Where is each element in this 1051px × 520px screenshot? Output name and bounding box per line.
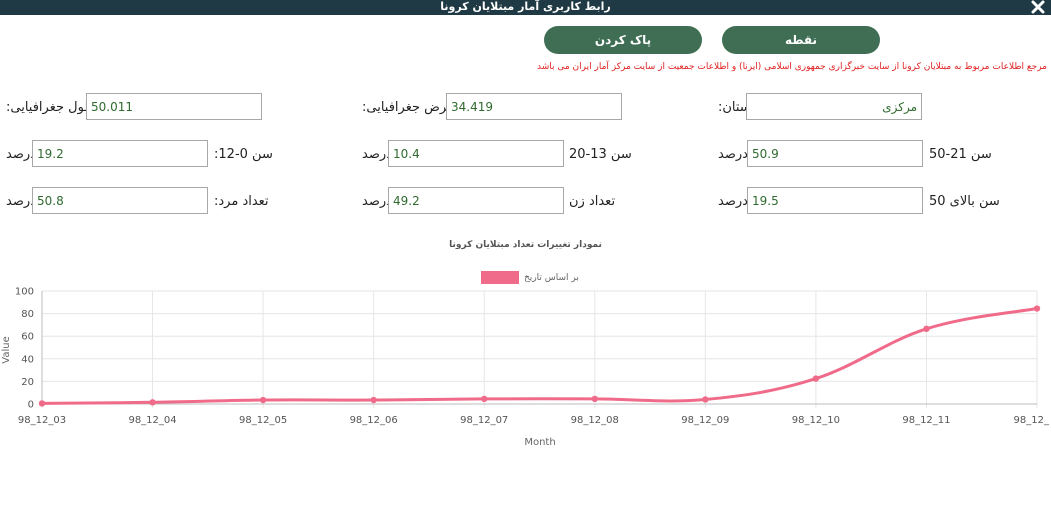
- age-21-50-label: سن 21-50: [929, 147, 992, 162]
- age-50-plus-unit: درصد: [718, 194, 748, 209]
- age-13-20-input[interactable]: [388, 140, 564, 167]
- x-tick-label: 98_12_07: [460, 415, 508, 426]
- y-tick-label: 40: [21, 354, 34, 365]
- longitude-label: طول جغرافیایی:: [6, 100, 95, 115]
- x-tick-label: 98_12_: [1014, 415, 1050, 426]
- age-21-50-unit: درصد: [718, 147, 748, 162]
- latitude-label: عرض جغرافیایی:: [362, 100, 455, 115]
- x-tick-label: 98_12_09: [681, 415, 729, 426]
- age-0-12-input[interactable]: [32, 140, 208, 167]
- age-50-plus-input[interactable]: [747, 187, 923, 214]
- x-tick-label: 98_12_10: [792, 415, 840, 426]
- data-point[interactable]: [702, 396, 709, 403]
- women-label: تعداد زن: [569, 194, 616, 209]
- y-tick-label: 100: [15, 287, 34, 298]
- title-bar: رابط کاربری آمار مبتلایان کرونا: [0, 0, 1051, 15]
- y-tick-label: 80: [21, 309, 34, 320]
- x-tick-label: 98_12_04: [128, 415, 176, 426]
- men-input[interactable]: [32, 187, 208, 214]
- data-point[interactable]: [259, 396, 267, 404]
- age-0-12-label: سن 0-12:: [214, 147, 273, 162]
- x-tick-label: 98_12_05: [239, 415, 287, 426]
- data-point[interactable]: [149, 399, 156, 406]
- x-tick-label: 98_12_03: [18, 415, 66, 426]
- age-21-50-input[interactable]: [747, 140, 923, 167]
- women-input[interactable]: [388, 187, 564, 214]
- province-input[interactable]: [746, 93, 922, 120]
- line-chart: بر اساس تاریخ Month Value 0 20 40 60 80 100 98…: [1, 271, 1050, 448]
- clear-button[interactable]: پاک کردن: [544, 26, 702, 54]
- chart-title: نمودار تغییرات تعداد مبتلایان کرونا: [449, 240, 602, 250]
- source-note: مرجع اطلاعات مربوط به مبتلایان کرونا از …: [536, 62, 1047, 72]
- y-axis-label: Value: [1, 336, 12, 363]
- y-tick-label: 60: [21, 332, 34, 343]
- x-axis-label: Month: [524, 437, 555, 448]
- legend-label: بر اساس تاریخ: [524, 273, 579, 283]
- age-50-plus-label: سن بالای 50: [929, 194, 1000, 209]
- age-13-20-label: سن 13-20: [569, 147, 632, 162]
- legend-swatch: [481, 271, 519, 284]
- data-point[interactable]: [591, 395, 598, 403]
- y-tick-label: 20: [21, 377, 34, 388]
- window-title: رابط کاربری آمار مبتلایان کرونا: [440, 0, 611, 13]
- data-point[interactable]: [370, 396, 377, 404]
- x-tick-label: 98_12_06: [350, 415, 398, 426]
- men-label: تعداد مرد:: [214, 194, 269, 209]
- x-tick-label: 98_12_11: [902, 415, 950, 426]
- point-button[interactable]: نقطه: [722, 26, 880, 54]
- close-icon[interactable]: [1031, 0, 1045, 14]
- x-tick-label: 98_12_08: [571, 415, 619, 426]
- latitude-input[interactable]: [446, 93, 622, 120]
- data-point[interactable]: [923, 325, 930, 333]
- data-point[interactable]: [38, 400, 46, 407]
- data-point[interactable]: [812, 375, 820, 382]
- data-point[interactable]: [1033, 305, 1041, 312]
- data-point[interactable]: [481, 395, 488, 403]
- series-line: [41, 307, 1038, 405]
- longitude-input[interactable]: [86, 93, 262, 120]
- y-tick-label: 0: [28, 400, 34, 411]
